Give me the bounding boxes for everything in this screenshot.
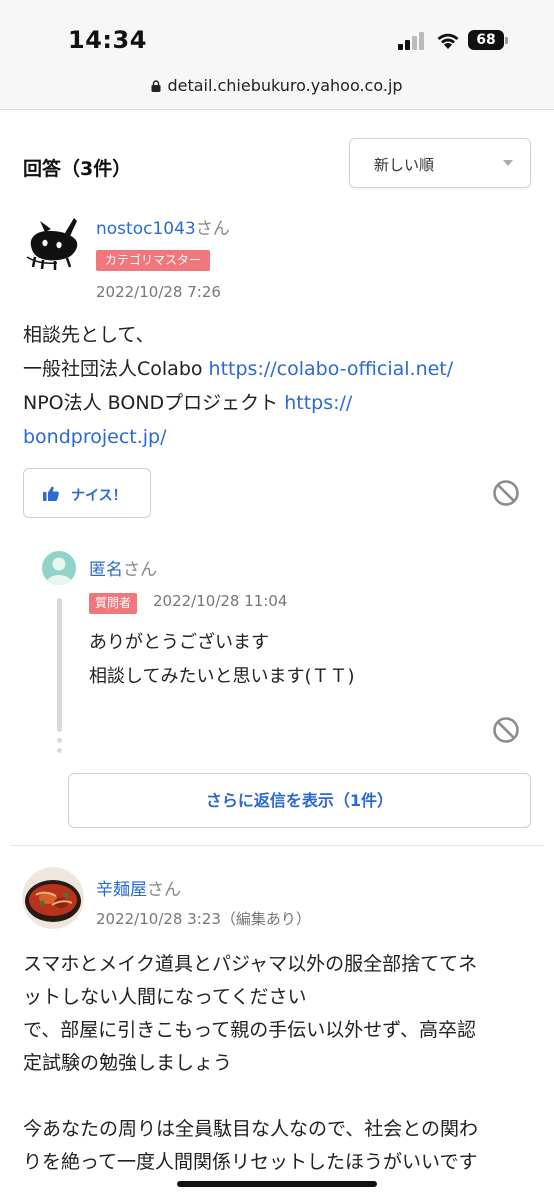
answer-divider: [10, 845, 544, 846]
colabo-link[interactable]: https://colabo-official.net/: [209, 358, 454, 380]
answer-line: 今あなたの周りは全員駄目な人なので、社会との関わ: [23, 1118, 479, 1140]
thread-dot: [57, 738, 62, 743]
answer-line: で、部屋に引きこもって親の手伝い以外せず、高卒認: [23, 1019, 476, 1041]
answers-heading: 回答（3件）: [23, 158, 132, 180]
ban-icon[interactable]: [492, 716, 520, 744]
answer-author[interactable]: nostoc1043さん: [96, 214, 230, 239]
browser-top-bar: 14:34 68 detail.chiebukuro.yahoo.co.jp: [0, 0, 554, 110]
status-time: 14:34: [68, 26, 147, 54]
cellular-signal-icon: [398, 32, 424, 50]
answer-line: ットしない人間になってください: [23, 986, 307, 1008]
answer-line: 定試験の勉強しましょう: [23, 1052, 233, 1074]
reply-author: 匿名さん: [89, 555, 157, 580]
bondproject-link[interactable]: https://: [284, 392, 352, 414]
home-indicator[interactable]: [177, 1181, 377, 1187]
battery-nub: [505, 37, 508, 44]
user-avatar-icon[interactable]: [25, 212, 85, 272]
answer-body: スマホとメイク道具とパジャマ以外の服全部捨ててネ ットしない人間になってください…: [23, 948, 533, 1179]
user-avatar-icon[interactable]: [22, 867, 84, 929]
answer-line: bondproject.jp/: [23, 420, 523, 454]
answer-author-name[interactable]: nostoc1043: [96, 219, 196, 239]
url-bar[interactable]: detail.chiebukuro.yahoo.co.jp: [0, 76, 554, 95]
show-more-replies-button[interactable]: さらに返信を表示（1件）: [68, 773, 531, 828]
answer-line: 一般社団法人Colabo https://colabo-official.net…: [23, 358, 454, 380]
reply-thread-line: [57, 598, 62, 732]
reply-date: 2022/10/28 11:04: [153, 592, 288, 610]
sort-order-select[interactable]: 新しい順: [349, 138, 531, 188]
chevron-down-icon: [503, 160, 513, 166]
answer-line: りを絶って一度人間関係リセットしたほうがいいです: [23, 1151, 478, 1173]
answer-line: NPO法人 BONDプロジェクト https://: [23, 392, 353, 414]
nice-button[interactable]: ナイス！: [23, 468, 151, 518]
answer-line: スマホとメイク道具とパジャマ以外の服全部捨ててネ: [23, 953, 478, 975]
reply-author-name: 匿名: [89, 560, 123, 580]
wifi-icon: [437, 33, 459, 49]
reply-line: ありがとうございます: [89, 632, 269, 653]
thread-dot: [57, 748, 62, 753]
reply-body: ありがとうございます 相談してみたいと思います(ＴＴ): [89, 626, 509, 694]
bondproject-link-continued[interactable]: bondproject.jp/: [23, 426, 167, 448]
questioner-badge: 質問者: [89, 593, 138, 614]
answer-author-name[interactable]: 辛麺屋: [96, 880, 147, 900]
anonymous-avatar-icon: [42, 551, 76, 585]
answer-date: 2022/10/28 7:26: [96, 283, 221, 301]
lock-icon: [151, 80, 161, 92]
nice-label: ナイス！: [71, 488, 127, 504]
ban-icon[interactable]: [492, 479, 520, 507]
honorific-suffix: さん: [123, 560, 157, 580]
thumbs-up-icon: [43, 486, 59, 501]
category-master-badge: カテゴリマスター: [96, 250, 211, 271]
answer-body: 相談先として、 一般社団法人Colabo https://colabo-offi…: [23, 318, 523, 454]
honorific-suffix: さん: [195, 219, 230, 239]
answer-author[interactable]: 辛麺屋さん: [96, 875, 181, 900]
reply-line: 相談してみたいと思います(ＴＴ): [89, 666, 355, 687]
show-more-replies-label: さらに返信を表示（1件）: [205, 791, 394, 810]
battery-indicator: 68: [468, 30, 504, 50]
answer-date: 2022/10/28 3:23（編集あり）: [96, 910, 311, 928]
answer-line: 相談先として、: [23, 324, 155, 346]
url-text: detail.chiebukuro.yahoo.co.jp: [167, 76, 403, 95]
honorific-suffix: さん: [147, 880, 181, 900]
sort-order-value: 新しい順: [374, 156, 435, 174]
